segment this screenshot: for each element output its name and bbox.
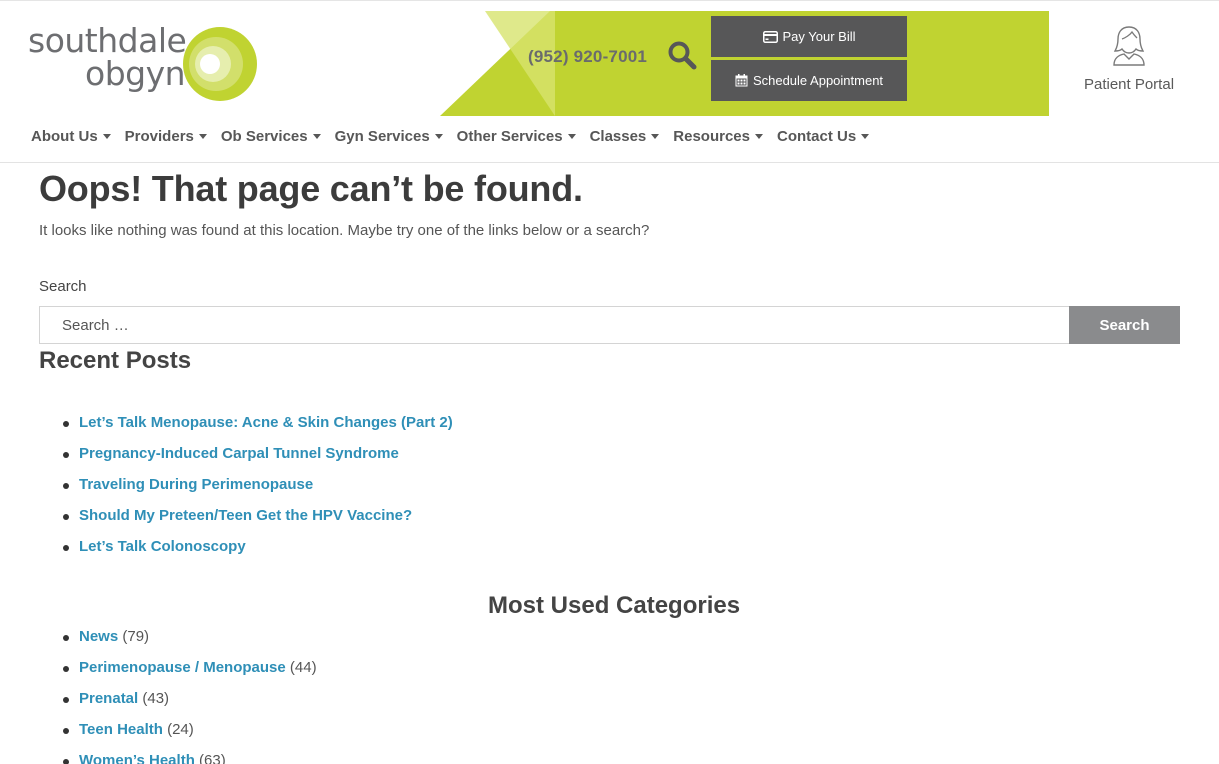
category-count: (63) — [199, 752, 226, 764]
category-count: (44) — [289, 659, 317, 676]
recent-posts-list: Let’s Talk Menopause: Acne & Skin Change… — [63, 414, 453, 569]
nav-ob-services[interactable]: Ob Services — [221, 128, 321, 145]
post-link[interactable]: Should My Preteen/Teen Get the HPV Vacci… — [79, 507, 412, 524]
list-item: Let’s Talk Menopause: Acne & Skin Change… — [63, 414, 453, 445]
nav-label: Resources — [673, 128, 750, 145]
nav-resources[interactable]: Resources — [673, 128, 763, 145]
list-item: Pregnancy-Induced Carpal Tunnel Syndrome — [63, 445, 453, 476]
search-label: Search — [39, 278, 87, 295]
nav-providers[interactable]: Providers — [125, 128, 207, 145]
nav-label: Other Services — [456, 128, 563, 145]
schedule-appointment-button[interactable]: Schedule Appointment — [711, 60, 907, 101]
nav-about-us[interactable]: About Us — [31, 128, 111, 145]
phone-link[interactable]: (952) 920-7001 — [528, 47, 647, 67]
nav-label: Classes — [589, 128, 647, 145]
category-link[interactable]: Perimenopause / Menopause — [79, 659, 286, 676]
caret-down-icon — [861, 134, 870, 139]
nav-label: Gyn Services — [334, 128, 430, 145]
post-link[interactable]: Let’s Talk Colonoscopy — [79, 538, 246, 555]
logo-line-1: southdale — [28, 21, 187, 60]
caret-down-icon — [102, 134, 111, 139]
category-link[interactable]: News — [79, 628, 118, 645]
nav-label: About Us — [31, 128, 98, 145]
schedule-label: Schedule Appointment — [752, 73, 884, 88]
caret-down-icon — [434, 134, 443, 139]
site-logo[interactable]: southdale obgyn — [28, 24, 260, 104]
category-count: (43) — [142, 690, 170, 707]
not-found-message: It looks like nothing was found at this … — [39, 222, 650, 239]
search-icon[interactable] — [667, 40, 697, 70]
search-input[interactable] — [39, 306, 1069, 344]
nav-gyn-services[interactable]: Gyn Services — [335, 128, 443, 145]
nav-divider — [0, 162, 1219, 163]
categories-list: News (79) Perimenopause / Menopause (44)… — [63, 628, 317, 764]
caret-down-icon — [198, 134, 207, 139]
search-submit-button[interactable]: Search — [1069, 306, 1180, 344]
list-item: Let’s Talk Colonoscopy — [63, 538, 453, 569]
list-item: Prenatal (43) — [63, 690, 317, 721]
nav-label: Ob Services — [220, 128, 308, 145]
logo-wordmark: southdale obgyn — [28, 21, 187, 93]
post-link[interactable]: Pregnancy-Induced Carpal Tunnel Syndrome — [79, 445, 399, 462]
caret-down-icon — [312, 134, 321, 139]
main-nav: About Us Providers Ob Services Gyn Servi… — [31, 128, 883, 145]
category-count: (79) — [122, 628, 150, 645]
list-item: Traveling During Perimenopause — [63, 476, 453, 507]
list-item: Perimenopause / Menopause (44) — [63, 659, 317, 690]
patient-portal-label: Patient Portal — [1083, 76, 1175, 93]
list-item: News (79) — [63, 628, 317, 659]
nav-classes[interactable]: Classes — [590, 128, 660, 145]
pay-bill-label: Pay Your Bill — [782, 29, 856, 44]
list-item: Should My Preteen/Teen Get the HPV Vacci… — [63, 507, 453, 538]
category-link[interactable]: Teen Health — [79, 721, 163, 738]
recent-posts-heading: Recent Posts — [39, 347, 192, 374]
categories-heading: Most Used Categories — [488, 592, 741, 619]
category-link[interactable]: Women’s Health — [79, 752, 195, 764]
caret-down-icon — [567, 134, 576, 139]
list-item: Women’s Health (63) — [63, 752, 317, 764]
nav-label: Contact Us — [777, 128, 857, 145]
post-link[interactable]: Let’s Talk Menopause: Acne & Skin Change… — [79, 414, 453, 431]
patient-portal-link[interactable]: Patient Portal — [1076, 24, 1182, 93]
post-link[interactable]: Traveling During Perimenopause — [79, 476, 313, 493]
category-count: (24) — [167, 721, 194, 738]
nav-label: Providers — [124, 128, 194, 145]
logo-line-2: obgyn — [85, 54, 186, 93]
list-item: Teen Health (24) — [63, 721, 317, 752]
calendar-icon — [735, 74, 748, 87]
page-title: Oops! That page can’t be found. — [39, 168, 583, 209]
pay-bill-button[interactable]: Pay Your Bill — [711, 16, 907, 57]
nav-contact-us[interactable]: Contact Us — [777, 128, 870, 145]
category-link[interactable]: Prenatal — [79, 690, 138, 707]
credit-card-icon — [762, 30, 778, 43]
top-border — [0, 0, 1219, 1]
nav-other-services[interactable]: Other Services — [457, 128, 576, 145]
caret-down-icon — [651, 134, 660, 139]
logo-mark-icon — [183, 27, 257, 101]
patient-avatar-icon — [1113, 26, 1145, 66]
caret-down-icon — [755, 134, 763, 139]
